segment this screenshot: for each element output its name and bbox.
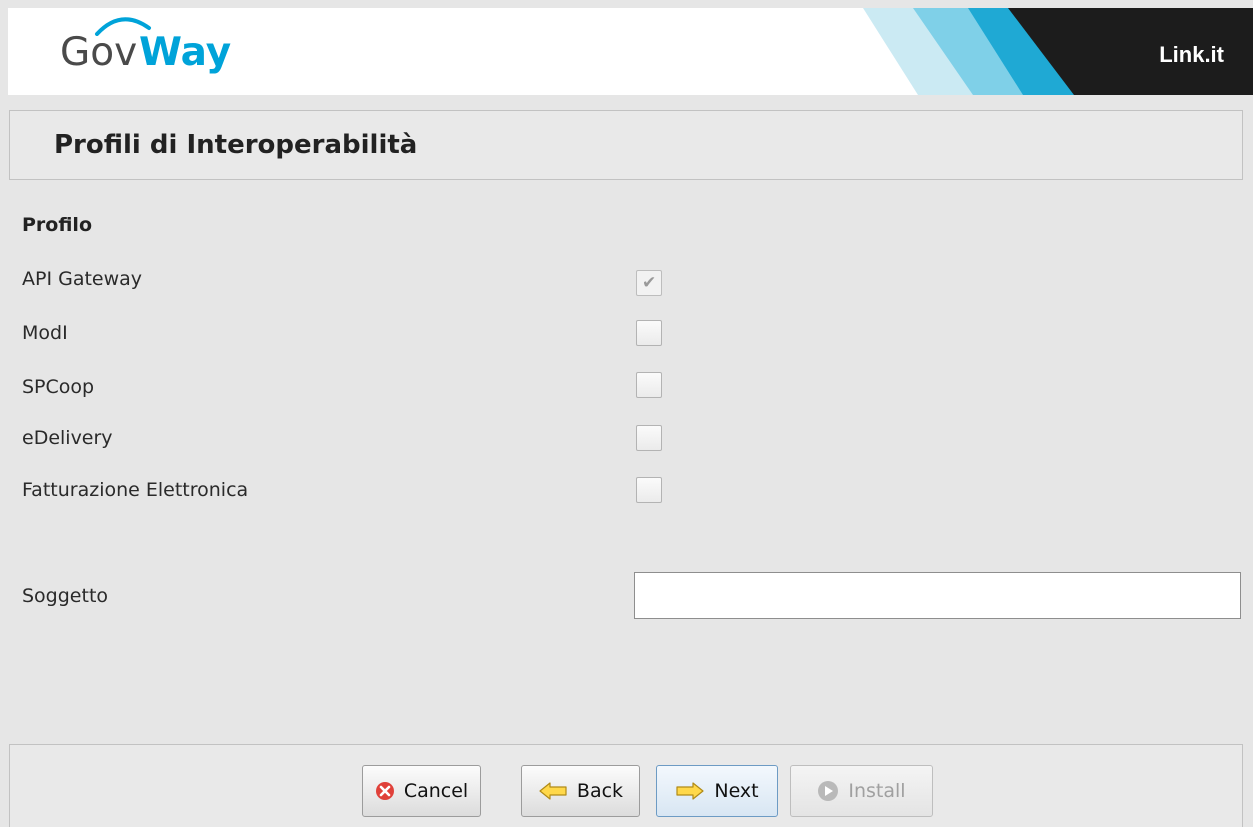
wizard-footer: Cancel Back Next Install — [9, 744, 1243, 827]
logo-text-way: Way — [139, 30, 232, 75]
option-label-modi: ModI — [22, 322, 68, 344]
arrow-left-icon — [539, 782, 567, 800]
page-title-bar: Profili di Interoperabilità — [9, 110, 1243, 180]
subject-input[interactable] — [634, 572, 1241, 619]
install-button[interactable]: Install — [790, 765, 933, 817]
install-button-label: Install — [848, 780, 906, 802]
checkbox-fatturazione-elettronica[interactable] — [636, 477, 662, 503]
next-button[interactable]: Next — [656, 765, 778, 817]
page-title: Profili di Interoperabilità — [54, 130, 418, 160]
arrow-right-icon — [676, 782, 704, 800]
window-top-strip — [0, 0, 1253, 8]
cancel-icon — [375, 782, 394, 800]
cancel-button[interactable]: Cancel — [362, 765, 481, 817]
back-button-label: Back — [576, 780, 624, 802]
option-label-edelivery: eDelivery — [22, 427, 113, 449]
back-button[interactable]: Back — [521, 765, 640, 817]
next-button-label: Next — [714, 780, 759, 802]
logo-text-gov: Gov — [60, 30, 138, 75]
install-icon — [818, 781, 839, 801]
profile-section-label: Profilo — [22, 214, 92, 236]
checkbox-api-gateway[interactable]: ✔ — [636, 270, 662, 296]
checkbox-spcoop[interactable] — [636, 372, 662, 398]
checkbox-edelivery[interactable] — [636, 425, 662, 451]
option-label-fatturazione-elettronica: Fatturazione Elettronica — [22, 479, 249, 501]
subject-label: Soggetto — [22, 585, 109, 607]
brand-logo: Link.it — [1159, 42, 1224, 67]
option-label-api-gateway: API Gateway — [22, 268, 143, 290]
checkmark-icon: ✔ — [642, 273, 657, 293]
app-header: Gov Way Link.it — [8, 8, 1253, 95]
option-label-spcoop: SPCoop — [22, 376, 95, 398]
cancel-button-label: Cancel — [403, 780, 469, 802]
checkbox-modi[interactable] — [636, 320, 662, 346]
